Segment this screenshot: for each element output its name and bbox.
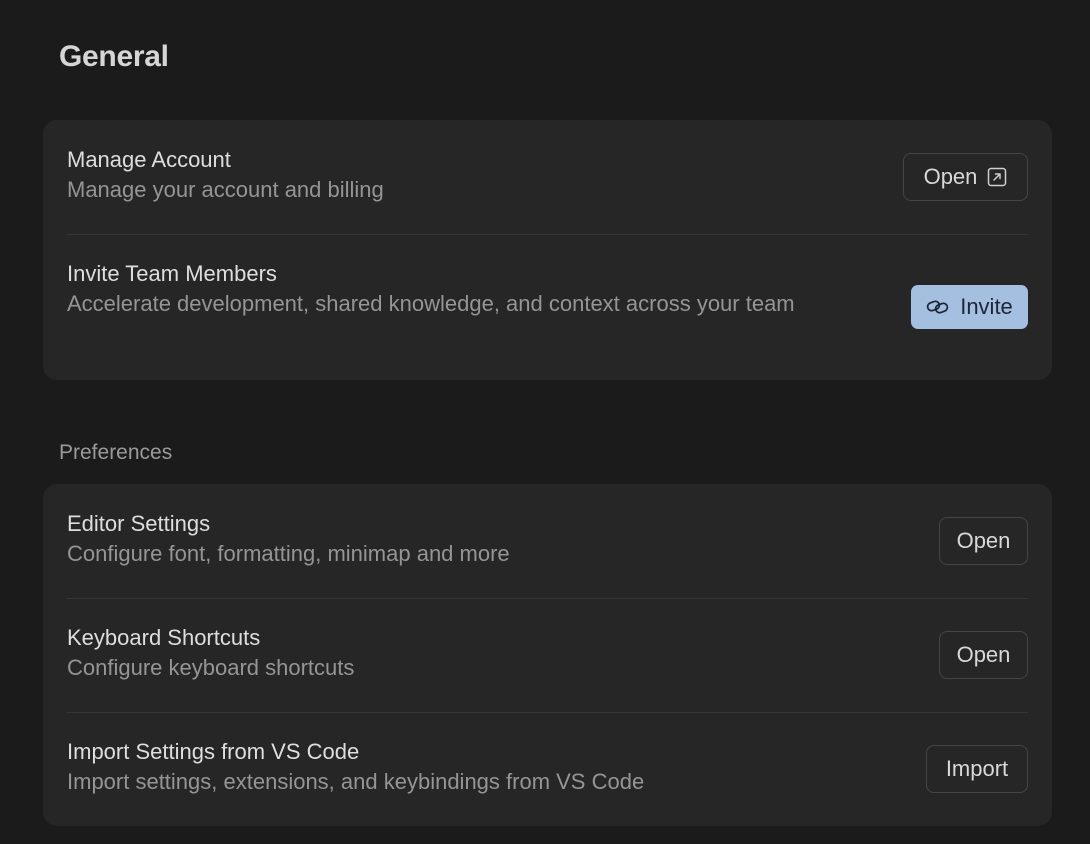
import-vscode-row: Import Settings from VS Code Import sett… (67, 738, 1028, 798)
keyboard-shortcuts-open-button[interactable]: Open (939, 631, 1028, 679)
import-button-label: Import (945, 756, 1009, 781)
invite-button-label: Invite (960, 294, 1013, 319)
keyboard-shortcuts-description: Configure keyboard shortcuts (67, 655, 355, 680)
general-card: Manage Account Manage your account and b… (43, 120, 1052, 380)
manage-account-row: Manage Account Manage your account and b… (67, 146, 1028, 206)
link-icon (926, 297, 950, 317)
keyboard-shortcuts-title: Keyboard Shortcuts (67, 625, 261, 650)
invite-team-row: Invite Team Members Accelerate developme… (67, 260, 1028, 329)
keyboard-shortcuts-row: Keyboard Shortcuts Configure keyboard sh… (67, 624, 1028, 684)
preferences-section-label: Preferences (59, 441, 173, 464)
editor-settings-title: Editor Settings (67, 511, 211, 536)
import-vscode-description: Import settings, extensions, and keybind… (67, 769, 645, 794)
row-divider (67, 712, 1028, 713)
row-divider (67, 598, 1028, 599)
open-button-label: Open (923, 164, 978, 189)
invite-button[interactable]: Invite (911, 285, 1028, 329)
row-divider (67, 234, 1028, 235)
page-title: General (59, 40, 169, 73)
manage-account-open-button[interactable]: Open (903, 153, 1028, 201)
manage-account-description: Manage your account and billing (67, 177, 384, 202)
editor-settings-description: Configure font, formatting, minimap and … (67, 541, 510, 566)
editor-settings-open-label: Open (956, 528, 1011, 553)
settings-page: General Manage Account Manage your accou… (0, 0, 1090, 844)
invite-team-description: Accelerate development, shared knowledge… (67, 291, 795, 316)
manage-account-title: Manage Account (67, 147, 231, 172)
editor-settings-row: Editor Settings Configure font, formatti… (67, 510, 1028, 570)
preferences-card: Editor Settings Configure font, formatti… (43, 484, 1052, 826)
external-link-icon (987, 167, 1007, 187)
editor-settings-open-button[interactable]: Open (939, 517, 1028, 565)
invite-team-title: Invite Team Members (67, 261, 277, 286)
import-vscode-title: Import Settings from VS Code (67, 739, 360, 764)
keyboard-shortcuts-open-label: Open (956, 642, 1011, 667)
import-vscode-button[interactable]: Import (926, 745, 1028, 793)
